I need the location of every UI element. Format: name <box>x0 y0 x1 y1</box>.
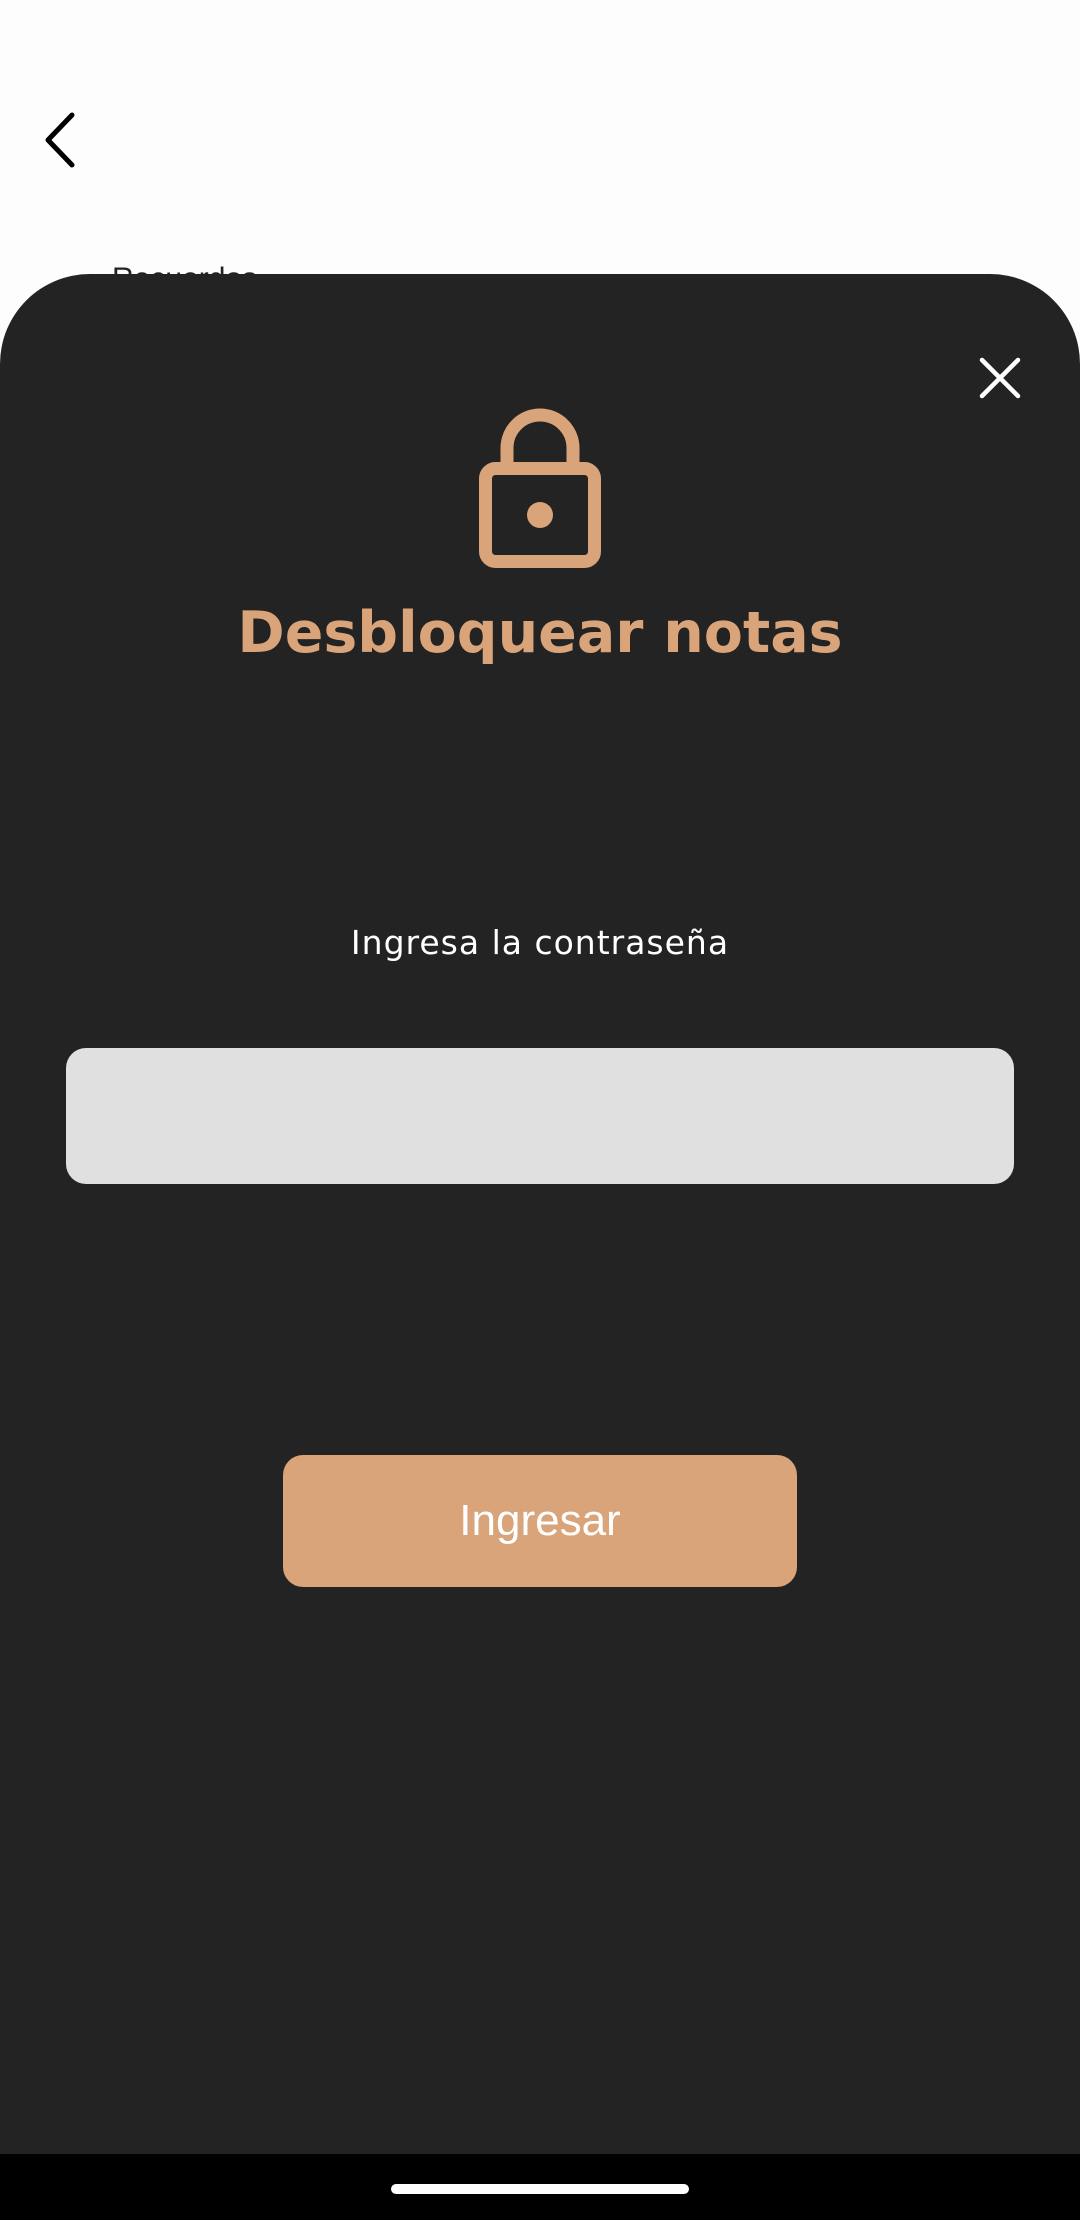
dialog-title: Desbloquear notas <box>237 600 843 666</box>
close-button[interactable] <box>970 348 1030 408</box>
password-input[interactable] <box>66 1048 1014 1184</box>
password-prompt-label: Ingresa la contraseña <box>350 923 730 962</box>
back-button[interactable] <box>30 100 90 180</box>
submit-button[interactable]: Ingresar <box>283 1455 797 1587</box>
status-bar <box>0 0 1080 60</box>
close-icon <box>979 357 1021 399</box>
system-navigation-bar <box>0 2154 1080 2220</box>
chevron-left-icon <box>45 112 75 168</box>
home-indicator[interactable] <box>391 2184 689 2194</box>
screen: Recuerdos Desbloquear notas Ingresa la c… <box>0 0 1080 2220</box>
lock-icon <box>479 408 601 568</box>
